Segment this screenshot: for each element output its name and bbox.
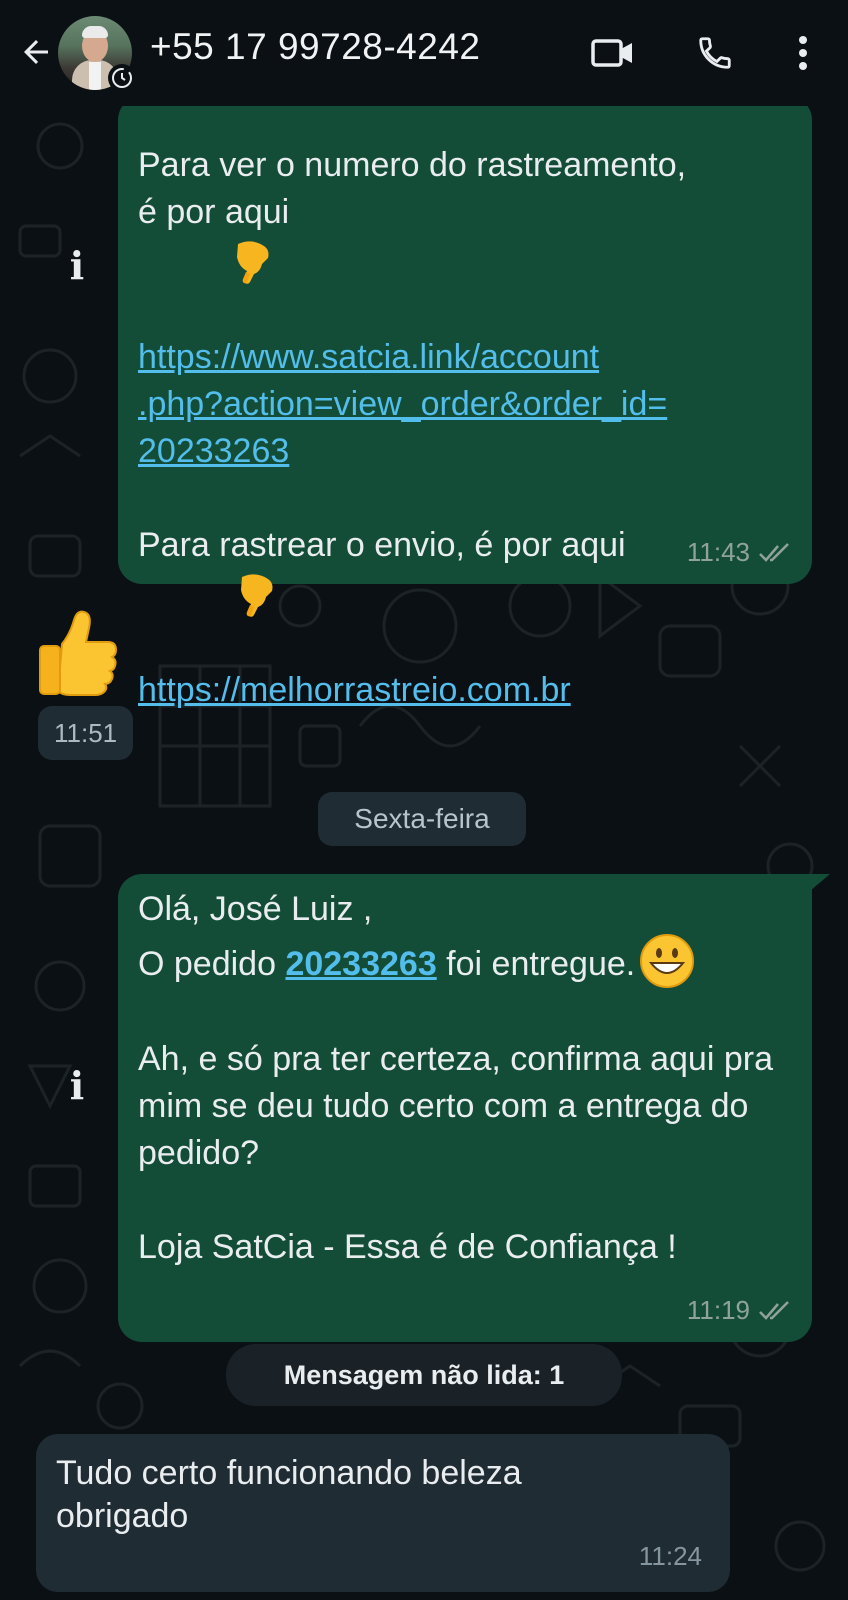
unread-divider: Mensagem não lida: 1 [226, 1344, 622, 1406]
voice-call-button[interactable] [692, 30, 738, 76]
message-text: O pedido [138, 945, 286, 983]
pointing-down-emoji-icon [236, 241, 269, 284]
message-text: é por aqui [138, 193, 290, 231]
message-time: 11:51 [38, 706, 134, 760]
tracking-link[interactable]: https://melhorrastreio.com.br [138, 671, 571, 709]
order-link-cont[interactable]: 20233263 [138, 432, 289, 470]
order-link-cont[interactable]: .php?action=view_order&order_id= [138, 385, 667, 423]
double-check-icon [759, 542, 789, 562]
grinning-emoji-icon [640, 934, 695, 988]
double-check-icon [759, 1300, 789, 1320]
message-text: Ah, e só pra ter certeza, confirma aqui … [138, 1040, 783, 1172]
back-button[interactable] [14, 30, 58, 74]
message-time: 11:19 [686, 1295, 750, 1325]
thumbs-up-emoji-icon[interactable] [36, 608, 122, 698]
more-vertical-icon [799, 36, 807, 70]
forwarded-info-icon[interactable]: i [66, 1066, 88, 1106]
date-divider: Sexta-feira [318, 792, 526, 846]
menu-button[interactable] [780, 30, 826, 76]
message-text: Para ver o numero do rastreamento, [138, 146, 687, 184]
message-text: Tudo certo funcionando beleza obrigado [56, 1454, 532, 1535]
message-time: 11:24 [638, 1541, 702, 1571]
message-time: 11:43 [686, 537, 750, 567]
chat-area[interactable]: i Para ver o numero do rastreamento, é p… [0, 106, 848, 1600]
video-camera-icon [591, 39, 632, 67]
arrow-left-icon [24, 40, 48, 64]
message-bubble-outgoing[interactable]: Para ver o numero do rastreamento, é por… [118, 106, 812, 709]
status-timer-icon [108, 64, 136, 92]
chat-header: +55 17 99728-4242 [0, 0, 848, 106]
order-number-link[interactable]: 20233263 [285, 945, 436, 983]
forwarded-info-icon[interactable]: i [66, 246, 88, 286]
message-text: Loja SatCia - Essa é de Confiança ! [138, 1228, 677, 1266]
pointing-down-emoji-icon [240, 574, 273, 617]
phone-icon [699, 37, 731, 69]
message-text: Para rastrear o envio, é por aqui [138, 526, 626, 564]
message-text: foi entregue. [436, 945, 636, 983]
message-text: Olá, José Luiz , [138, 890, 373, 928]
video-call-button[interactable] [590, 30, 636, 76]
order-link[interactable]: https://www.satcia.link/account [138, 338, 599, 376]
contact-name[interactable]: +55 17 99728-4242 [150, 26, 481, 68]
message-bubble-outgoing[interactable]: Olá, José Luiz , O pedido 20233263 foi e… [118, 874, 812, 1342]
message-bubble-incoming[interactable]: Tudo certo funcionando beleza obrigado 1… [36, 1434, 730, 1592]
